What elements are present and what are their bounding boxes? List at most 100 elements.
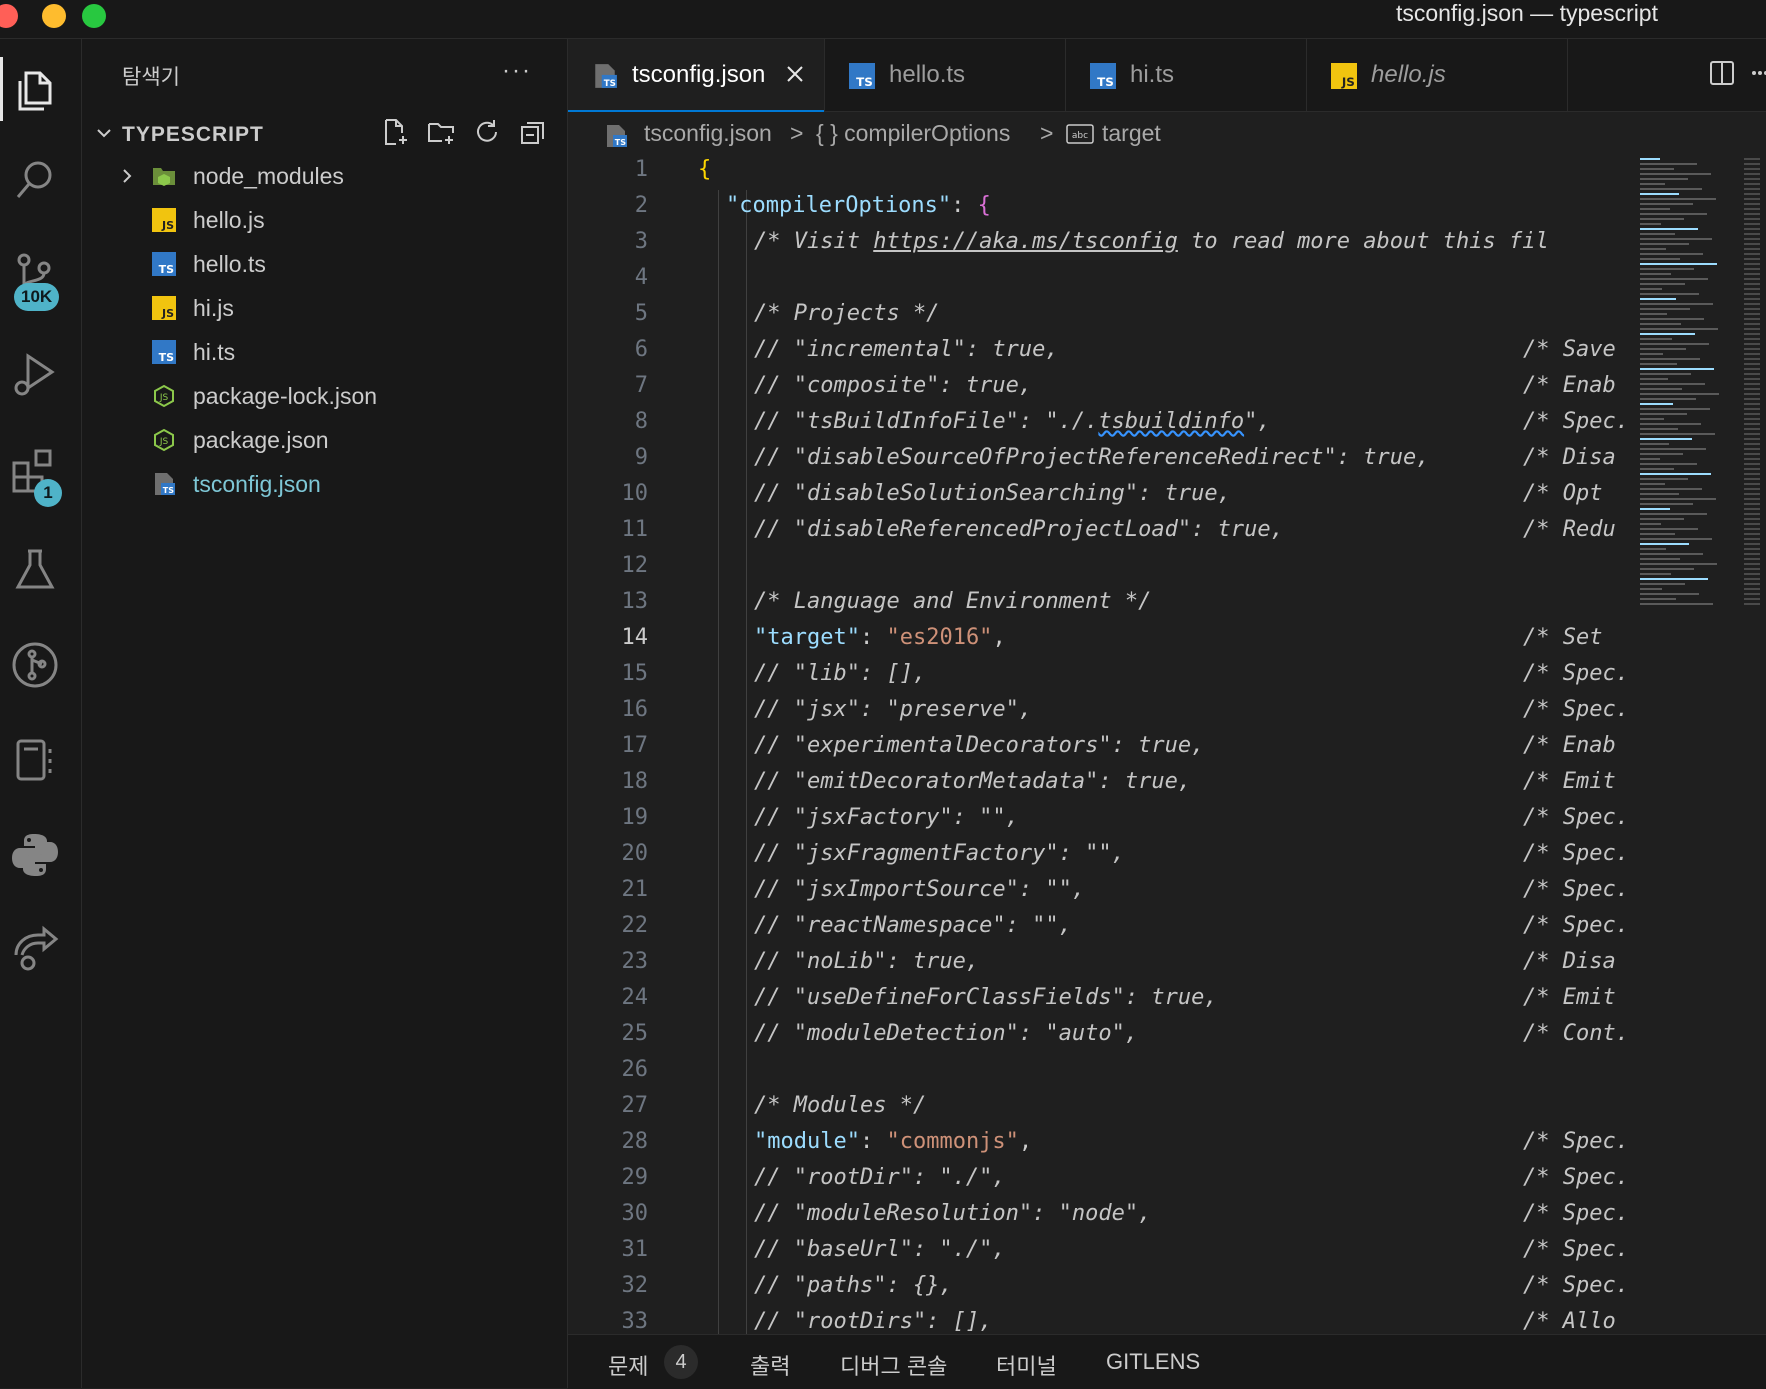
comment: // "paths": {}, — [754, 1273, 953, 1298]
tree-item-tsconfig-json[interactable]: TS tsconfig.json — [82, 463, 567, 505]
refresh-icon[interactable] — [472, 117, 506, 151]
minimap-line — [1744, 228, 1760, 230]
tree-item-hi-js[interactable]: JS hi.js — [82, 287, 567, 329]
code-line: 11 // "disableReferencedProjectLoad": tru… — [568, 514, 1631, 550]
line-number: 18 — [621, 769, 649, 794]
panel-tab-bar: 문제 4 출력 디버그 콘솔 터미널 GITLENS — [568, 1334, 1766, 1389]
minimap-line — [1744, 233, 1760, 235]
panel-tab-gitlens[interactable]: GITLENS — [1106, 1349, 1200, 1375]
spell-warning: tsbuildinfo — [1098, 409, 1245, 434]
minimap-line — [1640, 243, 1689, 245]
js-file-icon: JS — [152, 296, 176, 320]
trailing-comment: /* Redu — [1523, 517, 1616, 542]
minimap-line — [1640, 173, 1711, 175]
search-icon[interactable] — [0, 139, 81, 219]
explorer-more-icon[interactable]: ··· — [502, 57, 532, 85]
extensions-icon[interactable]: 1 — [0, 431, 81, 511]
minimap-line — [1744, 288, 1760, 290]
line-number: 24 — [621, 985, 649, 1010]
minimap[interactable] — [1634, 154, 1766, 614]
minimap-line — [1640, 438, 1692, 440]
json-string: "es2016" — [886, 625, 993, 650]
git-graph-icon[interactable] — [0, 624, 81, 704]
tree-item-package-lock-json[interactable]: JS package-lock.json — [82, 375, 567, 417]
python-icon[interactable] — [0, 814, 81, 894]
tab-tsconfig-json[interactable]: TS tsconfig.json — [568, 39, 825, 112]
trailing-comment: /* Spec. — [1523, 1273, 1629, 1298]
line-number: 6 — [634, 337, 648, 362]
minimap-line — [1640, 368, 1714, 370]
extensions-badge: 1 — [34, 479, 62, 507]
minimap-line — [1640, 213, 1707, 215]
comment: // "noLib": true, — [754, 949, 980, 974]
svg-text:JS: JS — [1341, 75, 1355, 89]
tab-hi-ts[interactable]: TS hi.ts — [1066, 39, 1307, 111]
line-number: 23 — [621, 949, 649, 974]
run-debug-icon[interactable] — [0, 334, 81, 414]
brace: { — [698, 157, 712, 182]
tree-item-node-modules[interactable]: node_modules — [82, 155, 567, 197]
workspace-section-header[interactable]: TYPESCRIPT — [82, 117, 567, 151]
minimap-line — [1744, 298, 1760, 300]
comment: /* Projects */ — [754, 301, 940, 326]
minimap-line — [1744, 403, 1760, 405]
zoom-window-button[interactable] — [82, 4, 106, 28]
comment: // "jsxImportSource": "", — [754, 877, 1086, 902]
breadcrumb-file[interactable]: tsconfig.json — [644, 120, 772, 147]
minimap-line — [1744, 293, 1760, 295]
split-editor-icon[interactable] — [1708, 59, 1736, 87]
tree-item-package-json[interactable]: JS package.json — [82, 419, 567, 461]
minimap-line — [1640, 358, 1700, 360]
window-title: tsconfig.json — typescript — [1395, 0, 1658, 26]
panel-tab-terminal[interactable]: 터미널 — [996, 1349, 1057, 1381]
new-file-icon[interactable] — [380, 117, 414, 151]
code-editor[interactable]: 1{2 "compilerOptions": {3/* Visit https:/… — [568, 154, 1631, 1334]
new-folder-icon[interactable] — [426, 117, 460, 151]
comment: // "emitDecoratorMetadata": true, — [754, 769, 1192, 794]
explorer-icon[interactable] — [0, 49, 81, 129]
line-content: /* Projects */ — [754, 301, 939, 326]
testing-icon[interactable] — [0, 529, 81, 609]
collapse-all-icon[interactable] — [518, 117, 552, 151]
source-control-icon[interactable]: 10K — [0, 234, 81, 314]
panel-tab-output[interactable]: 출력 — [750, 1349, 790, 1381]
line-number: 22 — [621, 913, 649, 938]
breadcrumb-target[interactable]: target — [1102, 120, 1161, 147]
tab-hello-ts[interactable]: TS hello.ts — [825, 39, 1066, 111]
minimap-line — [1640, 548, 1666, 550]
code-line: 14 "target": "es2016", /* Set — [568, 622, 1631, 658]
tree-item-hello-ts[interactable]: TS hello.ts — [82, 243, 567, 285]
tree-item-hello-js[interactable]: JS hello.js — [82, 199, 567, 241]
close-window-button[interactable] — [0, 4, 18, 28]
minimap-line — [1744, 248, 1760, 250]
minimap-line — [1744, 258, 1760, 260]
trailing-comment: /* Spec. — [1523, 1129, 1629, 1154]
tree-item-hi-ts[interactable]: TS hi.ts — [82, 331, 567, 373]
panel-tab-problems[interactable]: 문제 — [608, 1349, 648, 1381]
more-actions-icon[interactable] — [1752, 69, 1766, 77]
minimap-line — [1640, 518, 1684, 520]
line-number: 4 — [634, 265, 648, 290]
breadcrumb: TS tsconfig.json > { } compilerOptions >… — [568, 112, 1766, 154]
tab-bar: TS tsconfig.json TS hello.ts TS hi.ts JS… — [568, 39, 1766, 112]
minimap-line — [1640, 278, 1708, 280]
comment: // "lib": [], — [754, 661, 927, 686]
code-line: 32 // "paths": {}, /* Spec. — [568, 1270, 1631, 1306]
minimap-line — [1744, 508, 1760, 510]
minimap-line — [1640, 558, 1680, 560]
panel-tab-debug-console[interactable]: 디버그 콘솔 — [840, 1349, 947, 1381]
tab-hello-js[interactable]: JS hello.js — [1307, 39, 1568, 111]
minimap-line — [1744, 558, 1760, 560]
line-number: 7 — [634, 373, 648, 398]
json-colon: : — [859, 625, 887, 650]
minimap-line — [1744, 488, 1760, 490]
breadcrumb-compiler-options[interactable]: { } compilerOptions — [816, 120, 1010, 147]
svg-text:TS: TS — [1097, 75, 1114, 89]
json-comma: , — [992, 625, 1006, 650]
code-line: 4 — [568, 262, 1631, 298]
live-share-icon[interactable] — [0, 909, 81, 989]
ts-file-icon: TS — [152, 340, 176, 364]
notebook-icon[interactable] — [0, 719, 81, 799]
close-icon[interactable] — [784, 63, 806, 85]
minimize-window-button[interactable] — [42, 4, 66, 28]
